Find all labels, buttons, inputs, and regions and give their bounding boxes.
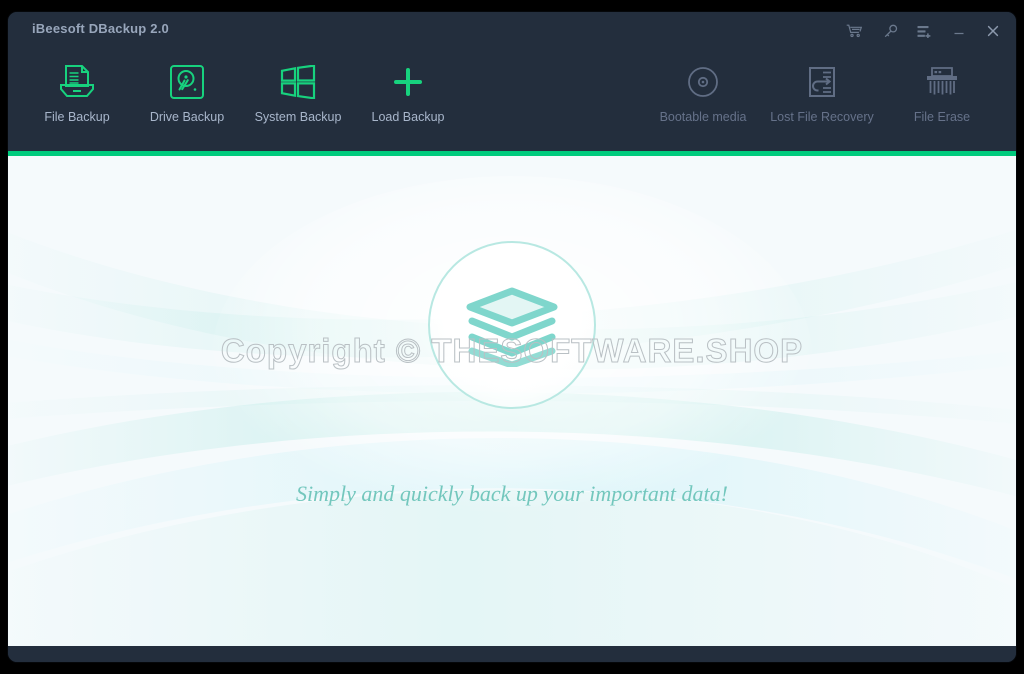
toolbar-item-system-backup[interactable]: System Backup (242, 60, 354, 138)
drive-backup-icon (131, 60, 243, 104)
close-icon[interactable] (983, 22, 1003, 40)
bootable-media-icon (647, 60, 759, 104)
toolbar-item-drive-backup[interactable]: Drive Backup (131, 60, 243, 138)
load-backup-icon (352, 60, 464, 104)
app-title: iBeesoft DBackup 2.0 (32, 21, 169, 36)
toolbar-item-bootable-media[interactable]: Bootable media (647, 60, 759, 138)
minimize-icon[interactable] (949, 22, 969, 40)
stacked-layers-logo-icon (466, 287, 558, 367)
status-footer (8, 646, 1016, 662)
toolbar-label: File Erase (913, 110, 971, 124)
application-window: iBeesoft DBackup 2.0 File Backup Drive B… (8, 12, 1016, 662)
menu-icon[interactable] (914, 22, 934, 40)
toolbar-label: Lost File Recovery (770, 110, 874, 124)
toolbar-label: Load Backup (371, 110, 445, 124)
toolbar-label: Bootable media (659, 110, 747, 124)
cart-icon[interactable] (844, 22, 864, 40)
toolbar-label: File Backup (44, 110, 110, 124)
toolbar-item-file-erase[interactable]: File Erase (886, 60, 998, 138)
toolbar-item-file-backup[interactable]: File Backup (21, 60, 133, 138)
file-erase-icon (886, 60, 998, 104)
toolbar-label: Drive Backup (149, 110, 225, 124)
lost-file-recovery-icon (766, 60, 878, 104)
toolbar-item-lost-file-recovery[interactable]: Lost File Recovery (766, 60, 878, 138)
title-bar: iBeesoft DBackup 2.0 (8, 12, 1016, 46)
screen-frame: iBeesoft DBackup 2.0 File Backup Drive B… (0, 0, 1024, 674)
main-stage: Copyright © THESOFTWARE.SHOP Simply and … (8, 156, 1016, 646)
toolbar-label: System Backup (254, 110, 342, 124)
system-backup-icon (242, 60, 354, 104)
main-toolbar: File Backup Drive Backup System Backup L… (8, 46, 1016, 151)
tagline-text: Simply and quickly back up your importan… (296, 481, 728, 506)
app-logo (428, 241, 596, 409)
key-icon[interactable] (880, 22, 900, 40)
file-backup-icon (21, 60, 133, 104)
toolbar-item-load-backup[interactable]: Load Backup (352, 60, 464, 138)
